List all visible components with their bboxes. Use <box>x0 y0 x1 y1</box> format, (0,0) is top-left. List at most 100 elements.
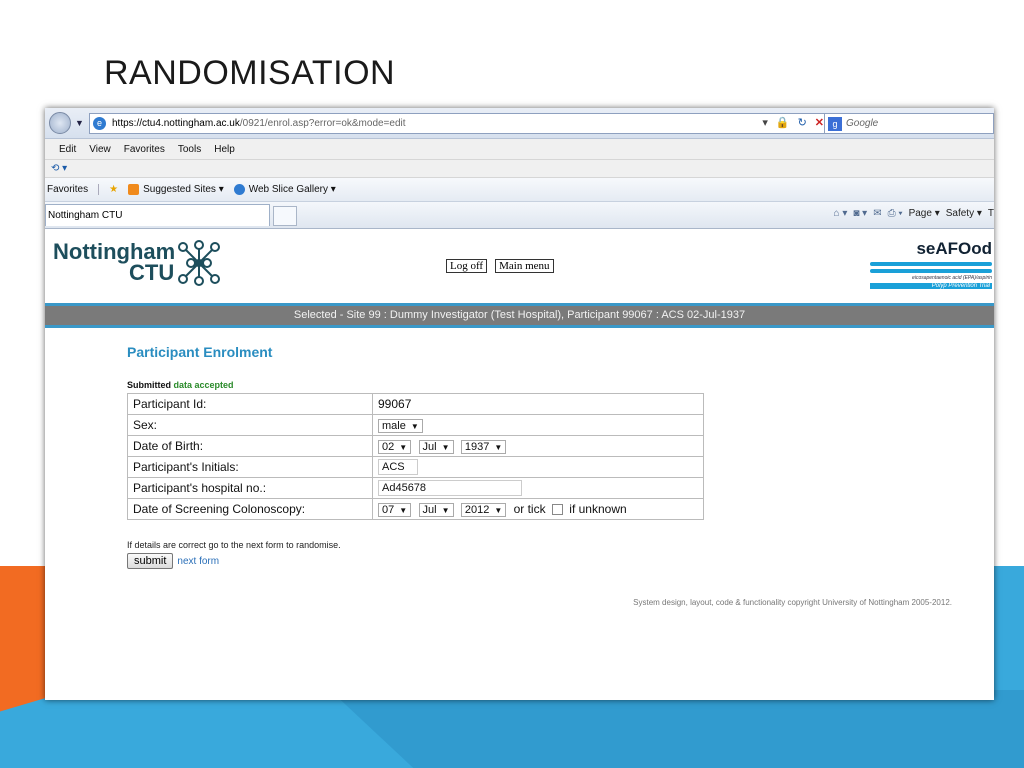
tab-bar: Nottingham CTU ⌂ ▾ ◙ ▾ ✉ ⎙ ▾ Page ▾ Safe… <box>45 202 994 229</box>
dob-year-select[interactable]: 1937 ▼ <box>460 439 507 454</box>
table-row: Date of Screening Colonoscopy: 07 ▼ Jul ▼ … <box>127 498 704 520</box>
menu-favorites[interactable]: Favorites <box>124 144 165 155</box>
table-row: Participant's Initials: ACS <box>127 456 704 478</box>
menu-help[interactable]: Help <box>214 144 235 155</box>
chevron-down-icon: ▼ <box>410 421 419 431</box>
web-slice-gallery-label: Web Slice Gallery ▾ <box>248 184 336 195</box>
wave-decoration <box>870 262 992 266</box>
ie-icon <box>233 184 245 195</box>
slide-accent-blue-dark <box>330 690 1024 768</box>
chevron-down-icon: ▼ <box>441 505 450 515</box>
new-tab-button[interactable] <box>273 206 297 226</box>
site-header: Nottingham CTU Log off Main menu seAFOod <box>45 229 994 306</box>
scr-day-select[interactable]: 07 ▼ <box>378 502 412 517</box>
enrolment-form: Participant Id: 99067 Sex: male ▼ Date of… <box>127 393 704 520</box>
chevron-down-icon: ▼ <box>441 442 450 452</box>
star-icon: ★ <box>109 184 119 195</box>
suggested-sites-link[interactable]: Suggested Sites ▾ <box>128 184 224 195</box>
search-placeholder: Google <box>846 118 879 129</box>
google-icon: g <box>828 116 842 131</box>
submit-button[interactable]: submit <box>127 553 174 569</box>
dob-label: Date of Birth: <box>127 435 373 457</box>
safety-menu[interactable]: Safety ▾ <box>946 208 982 219</box>
dob-year-value: 1937 <box>464 440 490 453</box>
address-bar-row: ▼ e https://ctu4.nottingham.ac.uk/0921/e… <box>45 108 994 139</box>
menu-bar: Edit View Favorites Tools Help <box>45 139 994 160</box>
refresh-icon[interactable]: ↻ <box>798 116 807 129</box>
search-input[interactable]: g Google <box>824 113 994 134</box>
molecule-icon <box>178 240 220 286</box>
seafood-bar: Polyp Prevention Trial <box>870 283 992 289</box>
chevron-down-icon: ▼ <box>399 505 408 515</box>
participant-id-value: 99067 <box>372 393 704 415</box>
convert-icon[interactable]: ⟲ ▾ <box>51 163 67 174</box>
seafood-title: seAFOod <box>916 239 992 258</box>
menu-tools[interactable]: Tools <box>178 144 201 155</box>
favorites-label[interactable]: Favorites <box>45 184 100 195</box>
history-dropdown-icon[interactable]: ▼ <box>75 118 84 128</box>
unknown-checkbox[interactable] <box>551 503 563 515</box>
participant-id-label: Participant Id: <box>127 393 373 415</box>
initials-label: Participant's Initials: <box>127 456 373 478</box>
scr-month-select[interactable]: Jul ▼ <box>418 502 454 517</box>
scr-year-select[interactable]: 2012 ▼ <box>460 502 507 517</box>
logo-line2: CTU <box>129 260 175 285</box>
stop-icon[interactable]: ✕ <box>815 116 824 129</box>
seafood-subtitle: eicosapentaenoic acid (EPA)/aspirin <box>912 275 992 281</box>
browser-screenshot: ▼ e https://ctu4.nottingham.ac.uk/0921/e… <box>45 108 994 700</box>
back-button[interactable] <box>49 112 71 134</box>
dob-day-select[interactable]: 02 ▼ <box>378 439 412 454</box>
dob-day-value: 02 <box>382 440 395 453</box>
wave-decoration <box>870 269 992 273</box>
menu-view[interactable]: View <box>89 144 111 155</box>
web-slice-gallery-link[interactable]: Web Slice Gallery ▾ <box>233 184 336 195</box>
url-path: /0921/enrol.asp?error=ok&mode=edit <box>239 118 406 129</box>
mail-icon[interactable]: ✉ <box>873 208 881 219</box>
instruction-note: If details are correct go to the next fo… <box>127 540 341 550</box>
submitted-ok: data accepted <box>173 380 234 390</box>
nottingham-ctu-logo: Nottingham CTU <box>53 239 176 285</box>
tools-menu[interactable]: T <box>988 208 994 219</box>
logoff-button[interactable]: Log off <box>446 259 488 273</box>
feed-icon[interactable]: ◙ ▾ <box>853 208 867 219</box>
if-unknown-label: if unknown <box>569 501 627 516</box>
sex-label: Sex: <box>127 414 373 436</box>
page-menu[interactable]: Page ▾ <box>909 208 940 219</box>
chevron-down-icon: ▼ <box>494 505 503 515</box>
next-form-link[interactable]: next form <box>177 556 219 567</box>
page-title: Participant Enrolment <box>127 344 273 360</box>
menu-edit[interactable]: Edit <box>59 144 76 155</box>
suggested-sites-label: Suggested Sites ▾ <box>143 184 224 195</box>
url-dropdown-icon[interactable]: ▾ <box>762 116 768 129</box>
scr-year-value: 2012 <box>464 503 490 516</box>
scr-month-value: Jul <box>422 503 437 516</box>
print-icon[interactable]: ⎙ ▾ <box>888 208 903 219</box>
sex-value: male <box>382 419 406 432</box>
dob-month-value: Jul <box>422 440 437 453</box>
table-row: Date of Birth: 02 ▼ Jul ▼ 1937 ▼ <box>127 435 704 457</box>
home-icon[interactable]: ⌂ ▾ <box>834 208 848 219</box>
hospital-no-input[interactable]: Ad45678 <box>378 480 522 496</box>
sex-select[interactable]: male ▼ <box>378 418 423 433</box>
scr-day-value: 07 <box>382 503 395 516</box>
main-menu-button[interactable]: Main menu <box>495 259 554 273</box>
table-row: Participant Id: 99067 <box>127 393 704 415</box>
dob-month-select[interactable]: Jul ▼ <box>418 439 454 454</box>
main-content: Participant Enrolment Submitted data acc… <box>45 328 994 569</box>
submitted-label: Submitted <box>127 380 171 390</box>
favorites-bar: Favorites ★ Suggested Sites ▾ Web Slice … <box>45 178 994 202</box>
table-row: Sex: male ▼ <box>127 414 704 436</box>
command-row: ⟲ ▾ <box>45 160 994 178</box>
logo-line1: Nottingham <box>53 239 176 264</box>
tab-title: Nottingham CTU <box>48 210 123 221</box>
screening-label: Date of Screening Colonoscopy: <box>127 498 373 520</box>
address-bar-icons: ▾ 🔒 ↻ ✕ <box>762 116 824 129</box>
lock-icon[interactable]: 🔒 <box>776 116 790 129</box>
add-favorite-button[interactable]: ★ <box>109 184 118 195</box>
suggested-sites-icon <box>128 184 140 195</box>
tab-nottingham-ctu[interactable]: Nottingham CTU <box>45 204 270 226</box>
initials-input[interactable]: ACS <box>378 459 418 475</box>
hospital-no-label: Participant's hospital no.: <box>127 477 373 499</box>
command-bar: ⌂ ▾ ◙ ▾ ✉ ⎙ ▾ Page ▾ Safety ▾ T <box>834 208 994 219</box>
url-host: https://ctu4.nottingham.ac.uk <box>112 118 240 129</box>
